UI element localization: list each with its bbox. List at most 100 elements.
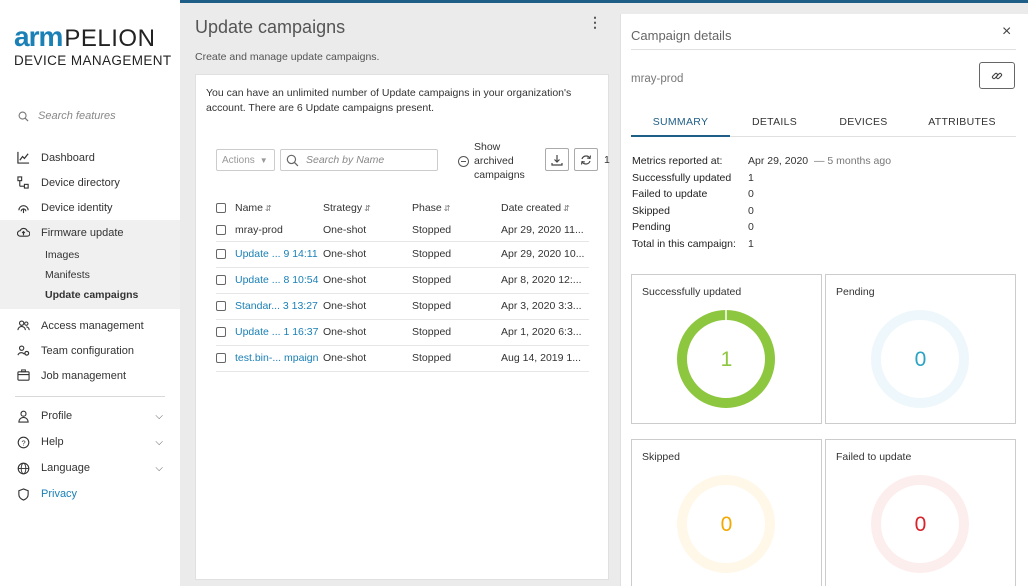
metric-row: Failed to update 0 [632, 188, 1012, 205]
sidebar-item-team-configuration[interactable]: Team configuration [0, 338, 180, 363]
close-icon[interactable]: × [1002, 23, 1011, 41]
sort-icon: ⇵ [364, 204, 371, 213]
campaign-phase: Stopped [412, 241, 501, 268]
row-checkbox[interactable] [216, 275, 226, 286]
download-button[interactable] [545, 148, 569, 171]
show-archived-toggle[interactable]: Show archived campaigns [458, 140, 538, 182]
campaign-name-link[interactable]: Update ... 1 16:37 [235, 319, 323, 346]
stat-value: 0 [720, 513, 733, 536]
sidebar-nav: Dashboard Device directory Device identi… [0, 145, 180, 507]
sidebar-item-device-identity[interactable]: Device identity [0, 195, 180, 220]
table-row[interactable]: Standar... 3 13:27 One-shot Stopped Apr … [216, 293, 589, 320]
arm-pelion-logo[interactable]: armPELION DEVICE MANAGEMENT [14, 21, 174, 69]
table-row[interactable]: mray-prod One-shot Stopped Apr 29, 2020 … [216, 219, 589, 242]
sidebar-subitem-update-campaigns[interactable]: Update campaigns [0, 285, 180, 305]
job-icon [17, 369, 30, 381]
copy-link-button[interactable] [979, 62, 1015, 89]
team-gear-icon [17, 345, 30, 356]
campaigns-card: You can have an unlimited number of Upda… [195, 74, 610, 580]
chevron-down-icon[interactable]: ⌵ [155, 437, 163, 448]
sidebar-item-label: Privacy [41, 488, 78, 500]
select-all-checkbox[interactable] [216, 203, 226, 214]
column-header-name[interactable]: Name ⇵ [235, 197, 323, 219]
help-icon: ? [17, 436, 30, 448]
campaign-name-heading: mray-prod [631, 73, 684, 85]
stat-card-failed-to-update: Failed to update 0 [825, 439, 1016, 586]
table-row[interactable]: Update ... 9 14:11 One-shot Stopped Apr … [216, 241, 589, 268]
campaign-name-link[interactable]: Update ... 9 14:11 [235, 241, 323, 268]
campaign-phase: Stopped [412, 293, 501, 320]
sort-icon: ⇵ [443, 204, 451, 213]
sidebar-item-profile[interactable]: Profile ⌵ [0, 403, 180, 429]
more-options-icon[interactable]: ⋮ [588, 14, 602, 31]
stat-value: 0 [914, 513, 927, 536]
column-header-date-created[interactable]: Date created ⇵ [501, 197, 589, 219]
campaign-name-link[interactable]: Update ... 8 10:54 [235, 267, 323, 294]
sidebar-item-language[interactable]: Language ⌵ [0, 455, 180, 481]
sidebar-item-help[interactable]: ? Help ⌵ [0, 429, 180, 455]
row-checkbox[interactable] [216, 327, 226, 338]
table-row[interactable]: test.bin-... mpaign One-shot Stopped Aug… [216, 345, 589, 372]
sidebar-item-label: Help [41, 436, 64, 448]
svg-text:?: ? [21, 438, 25, 447]
row-checkbox[interactable] [216, 224, 226, 235]
sidebar-subitem-images[interactable]: Images [0, 245, 180, 265]
sidebar-item-label: Team configuration [41, 344, 134, 357]
chevron-down-icon[interactable]: ⌵ [155, 463, 163, 474]
metric-value: Apr 29, 2020 [748, 155, 809, 167]
actions-label: Actions [222, 154, 255, 166]
actions-dropdown[interactable]: Actions ▼ [216, 149, 275, 171]
sidebar-item-label: Firmware update [41, 226, 124, 239]
campaign-strategy: One-shot [323, 319, 412, 346]
logo-arm-text: arm [14, 21, 63, 52]
table-row[interactable]: Update ... 1 16:37 One-shot Stopped Apr … [216, 319, 589, 346]
sidebar-item-firmware-update[interactable]: Firmware update [0, 220, 180, 245]
search-by-name-input[interactable]: Search by Name [280, 149, 438, 171]
column-header-strategy[interactable]: Strategy ⇵ [323, 197, 412, 219]
row-checkbox[interactable] [216, 249, 226, 260]
sidebar-item-label: Dashboard [41, 151, 95, 164]
stat-card-pending: Pending 0 [825, 274, 1016, 424]
tab-attributes[interactable]: ATTRIBUTES [926, 116, 998, 128]
sidebar-item-label: Device directory [41, 176, 120, 189]
sidebar-divider [15, 396, 165, 397]
campaigns-description: You can have an unlimited number of Upda… [206, 87, 572, 114]
sort-icon: ⇵ [563, 204, 570, 213]
campaign-name-link[interactable]: Standar... 3 13:27 [235, 293, 323, 320]
row-checkbox[interactable] [216, 353, 226, 364]
chevron-down-icon[interactable]: ⌵ [155, 411, 163, 422]
search-placeholder: Search by Name [306, 154, 385, 166]
sidebar-item-access-management[interactable]: Access management [0, 313, 180, 338]
tab-summary[interactable]: SUMMARY [631, 116, 730, 128]
metric-value: 0 [748, 221, 754, 234]
sidebar-subitem-manifests[interactable]: Manifests [0, 265, 180, 285]
link-icon [991, 72, 1003, 79]
tab-devices[interactable]: DEVICES [831, 116, 896, 128]
refresh-button[interactable] [574, 148, 598, 171]
column-header-phase[interactable]: Phase ⇵ [412, 197, 501, 219]
row-checkbox[interactable] [216, 301, 226, 312]
panel-title: Campaign details [631, 28, 732, 43]
table-row[interactable]: Update ... 8 10:54 One-shot Stopped Apr … [216, 267, 589, 294]
metric-key: Total in this campaign: [632, 237, 736, 250]
sort-icon: ⇵ [265, 204, 272, 213]
column-label: Strategy [323, 202, 363, 214]
sidebar-item-label: Language [41, 462, 90, 474]
campaign-date: Apr 29, 2020 10... [501, 241, 589, 268]
logo-subtitle: DEVICE MANAGEMENT [14, 53, 172, 68]
campaign-phase: Stopped [412, 219, 501, 242]
metric-value: 0 [748, 204, 754, 217]
sidebar-item-job-management[interactable]: Job management [0, 363, 180, 388]
search-features-input[interactable]: Search features [18, 110, 116, 122]
campaign-strategy: One-shot [323, 219, 412, 242]
stat-label: Successfully updated [642, 286, 742, 298]
stat-card-skipped: Skipped 0 [631, 439, 822, 586]
person-icon [18, 410, 29, 423]
sidebar-item-device-directory[interactable]: Device directory [0, 170, 180, 195]
campaign-strategy: One-shot [323, 293, 412, 320]
sidebar-item-dashboard[interactable]: Dashboard [0, 145, 180, 170]
campaign-name-link[interactable]: test.bin-... mpaign [235, 345, 323, 372]
sidebar-item-privacy[interactable]: Privacy [0, 481, 180, 507]
minus-circle-icon [458, 155, 469, 167]
tab-details[interactable]: DETAILS [741, 116, 808, 128]
